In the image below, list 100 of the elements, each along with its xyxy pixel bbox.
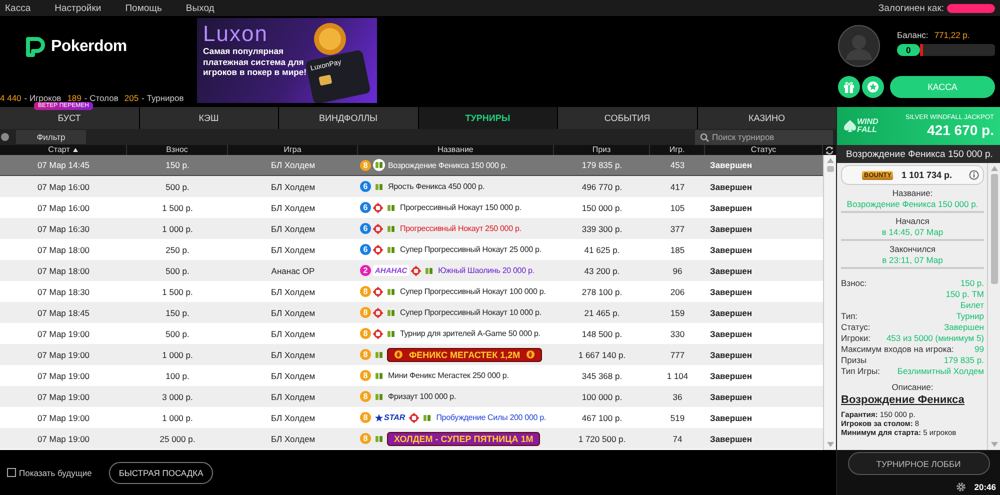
banner-text: ФЕНИКС МЕГАСТЕК 1,2М — [409, 350, 520, 360]
tab[interactable]: ВИНДФОЛЛЫ — [279, 107, 418, 129]
table-row[interactable]: 07 Мар 19:00 3 000 р. БЛ Холдем 8 Фризаут 100 000 р. 100 000 р. 36 Завершен — [0, 386, 823, 407]
bounty-value: 1 101 734 р. — [901, 170, 953, 180]
tournament-lobby-button[interactable]: ТУРНИРНОЕ ЛОББИ — [848, 452, 990, 475]
menu-item[interactable]: Настройки — [54, 2, 102, 14]
table-cell-text: 07 Мар 18:45 — [36, 308, 91, 318]
table-cell-text: 36 — [672, 392, 684, 402]
refresh-icon — [825, 146, 834, 154]
menu-item[interactable]: Выход — [186, 2, 214, 14]
table-row[interactable]: 07 Мар 14:45 150 р. БЛ Холдем 8 Возрождение Феникса 150 000 р. 179 835 р. 453 Завершен — [0, 155, 823, 176]
filter-button[interactable]: Фильтр — [16, 130, 86, 144]
table-cell-text: БЛ Холдем — [270, 434, 316, 444]
menu-item[interactable]: Помощь — [125, 2, 162, 14]
field-label: Максимум входов на игрока: — [841, 344, 954, 355]
gift-icon — [843, 81, 855, 93]
table-cell-text: 3 000 р. — [161, 392, 194, 402]
table-row[interactable]: 07 Мар 19:00 1 000 р. БЛ Холдем 8 ФЕНИКС МЕГАСТЕК 1,2М 1 667 140 р. 777 Завершен — [0, 344, 823, 365]
table-cell-text: 07 Мар 19:00 — [36, 392, 91, 402]
quick-seat-button[interactable]: БЫСТРАЯ ПОСАДКА — [108, 462, 214, 484]
table-cell-text: 100 р. — [164, 370, 190, 380]
table-cell-text: 179 835 р. — [580, 160, 624, 170]
show-future-checkbox[interactable]: Показать будущие — [7, 468, 92, 478]
banner-text: Самая популярная платежная система для игроков в покер в мире! — [203, 46, 308, 78]
tab[interactable]: ТУРНИРЫ — [418, 107, 557, 129]
field-value: Завершен — [944, 322, 984, 333]
table-cell-text: 1 000 р. — [161, 224, 194, 234]
table-cell-text: Завершен — [709, 350, 754, 360]
table-cell-text: Завершен — [709, 160, 754, 170]
table-cell-text: 500 р. — [164, 328, 190, 338]
table-cell-text: 185 — [669, 244, 686, 254]
tournament-name: Мини Феникс Мегастек 250 000 р. — [388, 371, 509, 380]
table-row[interactable]: 07 Мар 18:45 150 р. БЛ Холдем 8 Супер Прогрессивный Нокаут 10 000 р. 21 465 р. 159 Завершен — [0, 302, 823, 323]
table-cell-text: 07 Мар 18:00 — [36, 266, 91, 276]
description-title: Возрождение Феникса — [841, 394, 966, 406]
tab[interactable]: СОБЫТИЯ — [558, 107, 696, 129]
table-cell-text: 150 000 р. — [580, 202, 624, 212]
table-row[interactable]: 07 Мар 16:30 1 000 р. БЛ Холдем 6 Прогрессивный Нокаут 250 000 р. 339 300 р. 377 Завершен — [0, 218, 823, 239]
scroll-thumb[interactable] — [990, 174, 998, 284]
cards-icon — [373, 159, 385, 171]
table-cell-text: 43 200 р. — [583, 266, 621, 276]
menu-item[interactable]: Касса — [5, 2, 31, 14]
toggle-button[interactable] — [1, 133, 9, 141]
player-count-badge: 8 — [360, 349, 371, 360]
table-cell-text: 1 000 р. — [161, 350, 194, 360]
table-cell-text: БЛ Холдем — [270, 392, 316, 402]
tournament-name: Прогрессивный Нокаут 250 000 р. — [400, 224, 522, 233]
tournament-name: Возрождение Феникса 150 000 р. — [388, 160, 508, 170]
rewards-button[interactable] — [862, 76, 884, 98]
tournament-name: Прогрессивный Нокаут 150 000 р. — [400, 203, 522, 212]
table-cell-text: Завершен — [709, 182, 754, 192]
table-cell-text: 330 — [669, 328, 686, 338]
tournament-name: Турнир для зрителей A-Game 50 000 р. — [400, 329, 540, 338]
tab[interactable]: БУСТ — [0, 107, 138, 129]
table-cell-text: 21 465 р. — [583, 308, 621, 318]
table-cell-text: 519 — [669, 412, 686, 422]
table-row[interactable]: 07 Мар 16:00 500 р. БЛ Холдем 6 Ярость Феникса 450 000 р. 496 770 р. 417 Завершен — [0, 176, 823, 197]
tournament-name: Ярость Феникса 450 000 р. — [388, 182, 484, 191]
table-cell-text: 500 р. — [164, 182, 190, 192]
table-cell-text: 07 Мар 16:30 — [36, 224, 91, 234]
star-badge-icon — [867, 81, 879, 93]
table-cell-text: Завершен — [709, 328, 754, 338]
scroll-down-icon — [826, 442, 834, 447]
tab[interactable]: КЭШ — [140, 107, 278, 129]
table-row[interactable]: 07 Мар 19:00 25 000 р. БЛ Холдем 8 ХОЛДЕМ - СУПЕР ПЯТНИЦА 1М 1 720 500 р. 74 Завершен — [0, 428, 823, 449]
table-cell-text: 496 770 р. — [580, 182, 624, 192]
field-value: 179 835 р. — [944, 355, 984, 366]
player-count-badge: 8 — [360, 307, 371, 318]
scroll-up-icon — [826, 158, 834, 163]
table-cell-text: 159 — [669, 308, 686, 318]
table-cell-text: 07 Мар 16:00 — [36, 182, 91, 192]
tab[interactable]: КАЗИНО — [698, 107, 836, 129]
search-icon — [700, 132, 709, 142]
sort-arrow-icon — [72, 148, 78, 152]
table-cell-text: 150 р. — [164, 308, 190, 318]
field-value: 150 р. ТМ — [946, 289, 984, 300]
field-label: Призы — [841, 355, 867, 366]
scrollbar[interactable] — [823, 155, 836, 450]
field-label: Тип Игры: — [841, 366, 880, 377]
player-count-badge: 8 — [360, 391, 371, 402]
player-count-badge: 6 — [360, 244, 371, 255]
table-cell-text: 417 — [669, 182, 686, 192]
scroll-thumb[interactable] — [826, 166, 834, 172]
coin-drawing — [313, 22, 347, 56]
table-cell-text: БЛ Холдем — [270, 202, 316, 212]
table-cell-text: 1 500 р. — [161, 202, 194, 212]
brand-text: STAR — [384, 413, 406, 422]
star-icon — [375, 414, 383, 422]
table-cell-text: 1 667 140 р. — [577, 350, 627, 360]
stat-label: - Турниров — [142, 93, 184, 103]
table-cell-text: 96 — [672, 266, 684, 276]
player-count-badge: 8 — [360, 328, 371, 339]
table-cell-text: 1 500 р. — [161, 286, 194, 296]
field-value: 150 р. — [960, 278, 984, 289]
search-field[interactable]: Поиск турниров — [695, 130, 833, 144]
table-cell-text: 07 Мар 14:45 — [36, 160, 91, 170]
gift-button[interactable] — [838, 76, 860, 98]
banner-brand: Luxon — [203, 22, 268, 46]
scrollbar[interactable] — [987, 163, 1000, 450]
table-cell-text: 377 — [669, 224, 686, 234]
